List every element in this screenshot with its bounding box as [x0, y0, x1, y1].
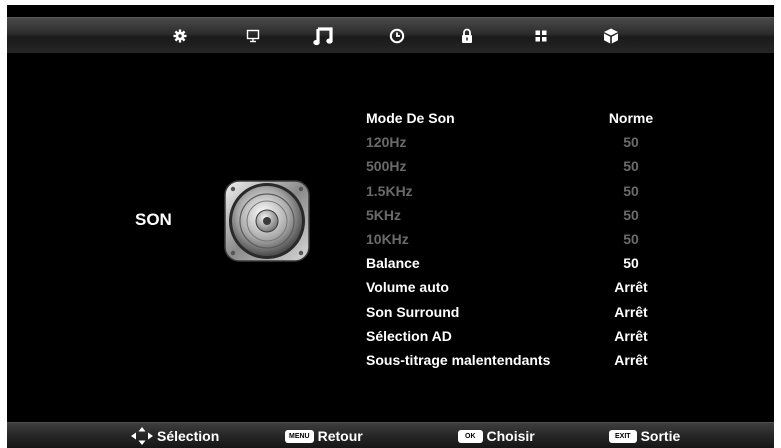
setting-value: 50	[623, 158, 639, 175]
setting-label: 5KHz	[366, 206, 402, 223]
footer-hint-bar: Sélection MENU Retour OK Choisir EXIT So…	[7, 422, 774, 448]
tab-3d[interactable]	[591, 18, 631, 53]
apps-grid-icon	[535, 30, 547, 41]
setting-label: Mode De Son	[366, 110, 455, 126]
setting-label: Son Surround	[366, 303, 460, 320]
hint-choose-label: Choisir	[486, 428, 535, 444]
setting-value: 50	[623, 182, 639, 199]
tab-settings[interactable]	[160, 18, 200, 53]
setting-value: Norme	[608, 110, 654, 126]
setting-value: 50	[623, 231, 639, 247]
tab-apps[interactable]	[521, 18, 561, 53]
hint-selection-label: Sélection	[157, 428, 220, 444]
hint-choose: OK Choisir	[458, 427, 535, 445]
setting-label: 500Hz	[366, 158, 407, 175]
setting-row[interactable]: Sélection AD Arrêt	[366, 325, 696, 347]
setting-label: Sous-titrage malentendants	[366, 352, 551, 368]
setting-label: 10KHz	[366, 231, 409, 247]
setting-label: Sélection AD	[366, 327, 452, 344]
setting-label: Volume auto	[366, 279, 449, 296]
ok-key-badge: OK	[458, 429, 483, 443]
setting-row[interactable]: Mode De Son Norme	[366, 107, 696, 129]
tab-lock[interactable]	[447, 18, 487, 53]
tv-menu-screen: SON Mode De Son Norme 120Hz 50 500Hz 50 …	[7, 5, 774, 448]
hint-exit-label: Sortie	[640, 428, 681, 444]
setting-label: 1.5KHz	[366, 182, 413, 199]
exit-key-badge: EXIT	[609, 429, 637, 443]
menu-key-badge: MENU	[285, 429, 314, 443]
hint-back: MENU Retour	[285, 427, 363, 445]
setting-row: 5KHz 50	[366, 204, 696, 226]
setting-row: 500Hz 50	[366, 155, 696, 177]
setting-label: 120Hz	[366, 134, 407, 151]
setting-row[interactable]: Balance 50	[366, 252, 696, 274]
clock-icon	[389, 28, 405, 43]
setting-row[interactable]: Sous-titrage malentendants Arrêt	[366, 349, 696, 371]
setting-value: 50	[623, 134, 639, 151]
navigation-arrows-icon	[131, 427, 153, 445]
setting-value: 50	[623, 255, 639, 272]
section-title: SON	[135, 210, 172, 229]
setting-value: 50	[623, 206, 639, 223]
gear-icon	[173, 29, 187, 42]
setting-row: 120Hz 50	[366, 131, 696, 153]
setting-value: Arrêt	[614, 303, 648, 320]
music-note-icon	[313, 26, 333, 45]
speaker-icon	[224, 180, 310, 262]
monitor-icon	[246, 29, 260, 42]
tab-time[interactable]	[377, 18, 417, 53]
menu-tab-bar	[7, 17, 774, 53]
tab-sound[interactable]	[304, 18, 344, 53]
hint-selection: Sélection	[130, 427, 219, 445]
setting-label: Balance	[366, 255, 420, 272]
hint-back-label: Retour	[317, 428, 363, 444]
setting-value: Arrêt	[614, 327, 648, 344]
tab-picture[interactable]	[233, 18, 273, 53]
setting-value: Arrêt	[614, 279, 648, 296]
hint-exit: EXIT Sortie	[609, 427, 680, 445]
lock-icon	[462, 28, 472, 43]
setting-row[interactable]: Volume auto Arrêt	[366, 276, 696, 298]
setting-row[interactable]: Son Surround Arrêt	[366, 301, 696, 323]
cube-icon	[604, 28, 618, 43]
setting-row: 1.5KHz 50	[366, 180, 696, 202]
setting-value: Arrêt	[614, 352, 648, 368]
setting-row: 10KHz 50	[366, 228, 696, 250]
